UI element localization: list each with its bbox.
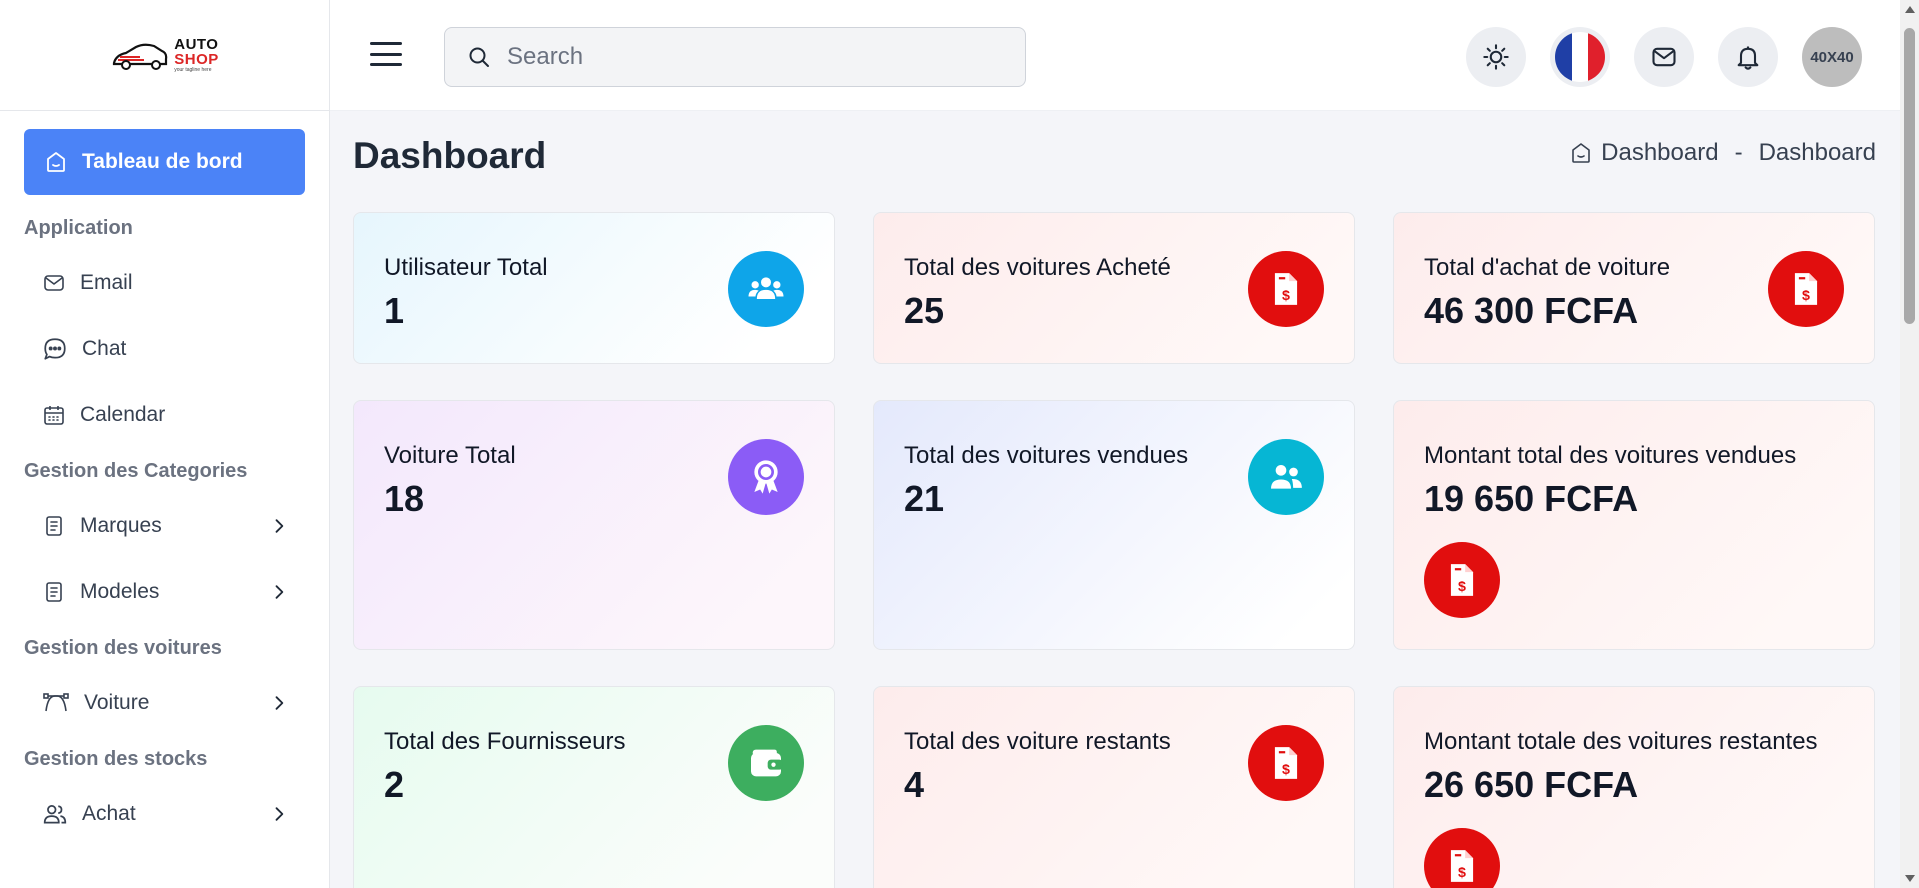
sidebar-item-achat[interactable]: Achat bbox=[24, 781, 305, 847]
invoice-dollar-icon: $ bbox=[1424, 542, 1500, 618]
stat-card[interactable]: Montant totale des voitures restantes 26 … bbox=[1393, 686, 1875, 888]
users-pair-icon bbox=[1248, 439, 1324, 515]
sidebar-section-title: Gestion des Categories bbox=[24, 460, 248, 482]
calendar-icon bbox=[42, 403, 66, 427]
top-header: 40X40 bbox=[330, 0, 1900, 111]
chat-icon bbox=[42, 336, 68, 362]
stat-card-value: 19 650 FCFA bbox=[1424, 478, 1639, 519]
svg-text:$: $ bbox=[1282, 288, 1290, 304]
car-logo-icon bbox=[113, 43, 168, 70]
sidebar-item-label: Tableau de bord bbox=[82, 150, 243, 173]
main-content: Dashboard Dashboard - Dashboard Utilisat… bbox=[330, 111, 1900, 888]
stat-card[interactable]: Total des voitures Acheté 25 $ bbox=[873, 212, 1355, 364]
sidebar-item-label: Marques bbox=[80, 514, 162, 537]
stat-card[interactable]: Total des voitures vendues 21 bbox=[873, 400, 1355, 650]
chevron-right-icon[interactable] bbox=[269, 582, 289, 602]
breadcrumb: Dashboard - Dashboard bbox=[1569, 139, 1876, 167]
sidebar: AUTO SHOP your tagline here Tableau de b… bbox=[0, 0, 330, 888]
wallet-icon bbox=[728, 725, 804, 801]
search-box[interactable] bbox=[444, 27, 1026, 87]
invoice-dollar-icon: $ bbox=[1248, 251, 1324, 327]
stat-card[interactable]: Utilisateur Total 1 bbox=[353, 212, 835, 364]
flag-stripe-white bbox=[1571, 32, 1589, 82]
sidebar-menu: Tableau de bord Application Email Chat Cale… bbox=[0, 111, 329, 847]
sidebar-item-label: Modeles bbox=[80, 580, 160, 603]
invoice-dollar-icon: $ bbox=[1248, 725, 1324, 801]
document-icon bbox=[42, 580, 66, 604]
sidebar-item-marques[interactable]: Marques bbox=[24, 493, 305, 559]
chevron-right-icon[interactable] bbox=[269, 804, 289, 824]
avatar[interactable]: 40X40 bbox=[1802, 27, 1862, 87]
sun-icon bbox=[1483, 44, 1509, 70]
invoice-dollar-icon: $ bbox=[1424, 828, 1500, 888]
sidebar-section-title: Gestion des stocks bbox=[24, 748, 208, 770]
users-icon bbox=[42, 801, 68, 827]
page-title: Dashboard bbox=[353, 135, 547, 176]
svg-text:$: $ bbox=[1458, 579, 1466, 595]
stat-card[interactable]: Total des voiture restants 4 $ bbox=[873, 686, 1355, 888]
stat-card[interactable]: Voiture Total 18 bbox=[353, 400, 835, 650]
flag-stripe-blue bbox=[1555, 32, 1572, 82]
sidebar-item-label: Calendar bbox=[80, 403, 166, 426]
scroll-up-arrow[interactable] bbox=[1905, 6, 1915, 13]
menu-toggle-icon[interactable] bbox=[370, 42, 402, 66]
messages-button[interactable] bbox=[1634, 27, 1694, 87]
sidebar-item-chat[interactable]: Chat bbox=[24, 316, 305, 382]
sidebar-item-label: Email bbox=[80, 271, 133, 294]
stat-card-title: Montant totale des voitures restantes bbox=[1424, 728, 1818, 755]
home-icon bbox=[1572, 143, 1590, 163]
page-scrollbar[interactable] bbox=[1900, 0, 1919, 888]
flag-stripe-red bbox=[1588, 32, 1605, 82]
sidebar-item-email[interactable]: Email bbox=[24, 250, 305, 316]
theme-toggle-button[interactable] bbox=[1466, 27, 1526, 87]
svg-text:$: $ bbox=[1802, 288, 1810, 304]
sidebar-item-modeles[interactable]: Modeles bbox=[24, 559, 305, 625]
breadcrumb-current: Dashboard bbox=[1758, 139, 1876, 166]
brand-line1: AUTO bbox=[174, 36, 219, 53]
mail-icon bbox=[42, 271, 66, 295]
award-icon bbox=[728, 439, 804, 515]
brand-tagline: your tagline here bbox=[174, 67, 212, 73]
breadcrumb-link[interactable]: Dashboard bbox=[1601, 139, 1718, 167]
stat-card[interactable]: Total d'achat de voiture 46 300 FCFA $ bbox=[1393, 212, 1875, 364]
stat-card-title: Montant total des voitures vendues bbox=[1424, 442, 1797, 469]
sidebar-item-dashboard[interactable]: Tableau de bord bbox=[24, 129, 305, 195]
sidebar-item-voiture[interactable]: Voiture bbox=[24, 670, 305, 736]
scrollbar-thumb[interactable] bbox=[1904, 28, 1915, 324]
scroll-down-arrow[interactable] bbox=[1905, 875, 1915, 882]
breadcrumb-separator: - bbox=[1734, 139, 1743, 166]
sidebar-item-label: Chat bbox=[82, 337, 127, 360]
france-flag-icon bbox=[1555, 32, 1605, 82]
users-group-icon bbox=[728, 251, 804, 327]
sidebar-section-title: Gestion des voitures bbox=[24, 637, 222, 659]
language-selector[interactable] bbox=[1550, 27, 1610, 87]
document-icon bbox=[42, 514, 66, 538]
sidebar-section-title: Application bbox=[24, 217, 133, 239]
invoice-dollar-icon: $ bbox=[1768, 251, 1844, 327]
sidebar-item-calendar[interactable]: Calendar bbox=[24, 382, 305, 448]
stat-card[interactable]: Montant total des voitures vendues 19 650… bbox=[1393, 400, 1875, 650]
brand-line2: SHOP bbox=[174, 51, 219, 68]
avatar-text: 40X40 bbox=[1810, 48, 1854, 66]
bell-icon bbox=[1737, 46, 1759, 70]
sidebar-item-label: Achat bbox=[82, 802, 136, 825]
brand-logo[interactable]: AUTO SHOP your tagline here bbox=[110, 37, 219, 73]
stat-card[interactable]: Total des Fournisseurs 2 bbox=[353, 686, 835, 888]
path-icon bbox=[42, 691, 70, 715]
chevron-right-icon[interactable] bbox=[269, 693, 289, 713]
svg-text:$: $ bbox=[1282, 762, 1290, 778]
mail-icon bbox=[1652, 47, 1676, 67]
stat-card-value: 26 650 FCFA bbox=[1424, 764, 1639, 805]
svg-text:$: $ bbox=[1458, 865, 1466, 881]
sidebar-item-label: Voiture bbox=[84, 691, 150, 714]
search-input[interactable] bbox=[507, 43, 987, 71]
chevron-right-icon[interactable] bbox=[269, 516, 289, 536]
home-icon bbox=[47, 152, 65, 172]
search-icon bbox=[469, 47, 489, 67]
notifications-button[interactable] bbox=[1718, 27, 1778, 87]
logo-area: AUTO SHOP your tagline here bbox=[0, 0, 329, 111]
